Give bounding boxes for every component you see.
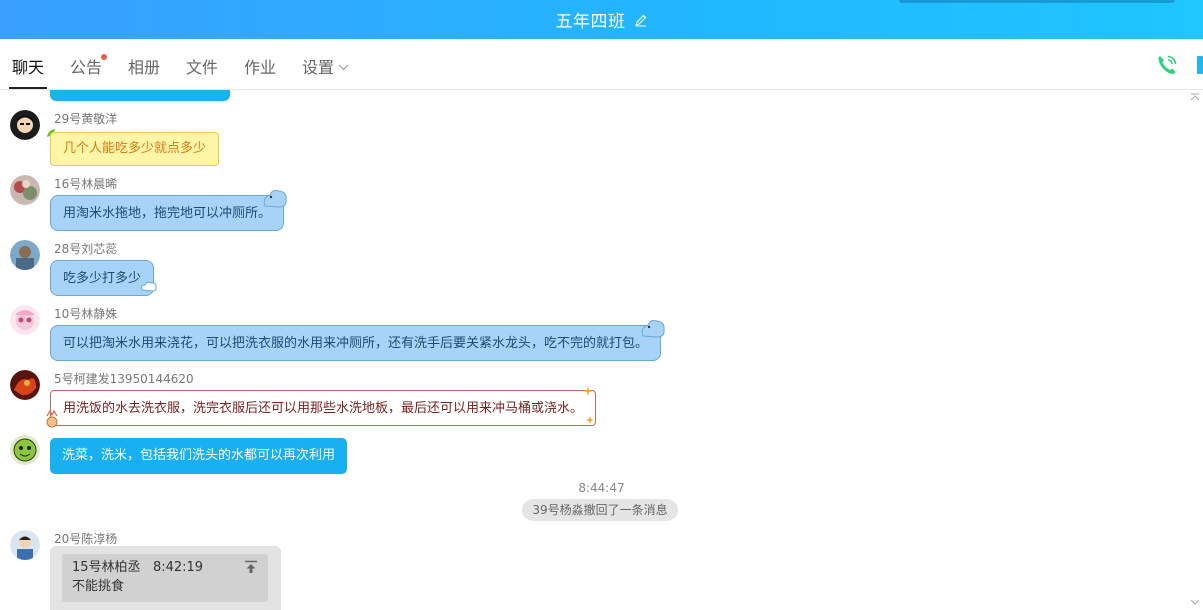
title-bar-shadow <box>899 0 1175 3</box>
avatar[interactable] <box>10 110 40 140</box>
sender-name: 29号黄敬洋 <box>54 112 118 126</box>
avatar[interactable] <box>10 435 40 465</box>
cloud-decoration-icon <box>263 190 287 208</box>
recall-notice: 39号杨淼撤回了一条消息 <box>522 499 678 521</box>
quote-text: 不能挑食 <box>72 579 125 594</box>
previous-message-bubble <box>50 90 230 101</box>
message-bubble[interactable]: 洗菜，洗米，包括我们洗头的水都可以再次利用 <box>50 438 348 474</box>
tab-label: 设置 <box>302 58 335 77</box>
quoted-message[interactable]: 15号林柏丞 8:42:19 不能挑食 <box>62 554 268 602</box>
tab-bar: 聊天 公告 相册 文件 作业 设置 <box>0 39 1203 90</box>
quote-author: 15号林柏丞 <box>72 560 141 575</box>
avatar[interactable] <box>10 175 40 205</box>
chevron-down-icon <box>338 60 349 71</box>
sender-name: 20号陈淳杨 <box>54 532 118 546</box>
quote-time: 8:42:19 <box>152 560 204 575</box>
tab-album[interactable]: 相册 <box>128 39 160 89</box>
scroll-down-icon[interactable] <box>1189 598 1201 608</box>
timestamp-divider: 8:44:47 <box>578 481 625 495</box>
message-bubble[interactable]: 几个人能吃多少就点多少 <box>50 132 220 166</box>
avatar[interactable] <box>10 530 40 560</box>
scroll-up-icon[interactable] <box>1189 92 1201 102</box>
tab-homework[interactable]: 作业 <box>244 39 276 89</box>
tab-label: 文件 <box>186 58 219 77</box>
tab-label: 聊天 <box>12 58 45 77</box>
tab-files[interactable]: 文件 <box>186 39 218 89</box>
title-bar: 五年四班 <box>0 0 1203 39</box>
message-bubble[interactable]: 吃多少打多少 <box>50 260 155 296</box>
sender-name: 5号柯建发13950144620 <box>54 372 194 386</box>
message-bubble[interactable]: 用淘米水拖地，拖完地可以冲厕所。 <box>50 195 285 231</box>
cloud-decoration-icon <box>140 281 157 292</box>
sender-name: 16号林晨晞 <box>54 177 118 191</box>
cloud-decoration-icon <box>641 320 665 338</box>
unread-badge <box>101 54 108 60</box>
pencil-edit-icon[interactable] <box>634 13 648 27</box>
tab-chat[interactable]: 聊天 <box>8 39 48 89</box>
sender-name: 28号刘芯蕊 <box>54 242 118 256</box>
message-bubble[interactable]: 15号林柏丞 8:42:19 不能挑食 <box>50 546 281 610</box>
tab-settings[interactable]: 设置 <box>302 39 349 89</box>
quote-header: 15号林柏丞 8:42:19 <box>72 558 258 577</box>
sticker-decoration-icon <box>46 410 58 428</box>
chat-messages[interactable]: 29号黄敬洋 几个人能吃多少就点多少 16号林晨晞 用淘米水拖地，拖完地可以冲厕… <box>0 90 1203 610</box>
message-bubble[interactable]: 用洗饭的水去洗衣服，洗完衣服后还可以用那些水洗地板，最后还可以用来冲马桶或浇水。 <box>50 390 597 426</box>
tab-label: 公告 <box>70 58 103 77</box>
avatar[interactable] <box>10 305 40 335</box>
window-title: 五年四班 <box>555 12 626 32</box>
tab-label: 作业 <box>244 58 277 77</box>
avatar[interactable] <box>10 370 40 400</box>
sparkle-decoration-icon <box>583 386 594 424</box>
tab-label: 相册 <box>128 58 161 77</box>
avatar[interactable] <box>10 240 40 270</box>
message-bubble[interactable]: 可以把淘米水用来浇花，可以把洗衣服的水用来冲厕所，还有洗手后要关紧水龙头，吃不完… <box>50 325 662 361</box>
side-panel-edge[interactable] <box>1197 56 1203 74</box>
jump-to-top-icon[interactable] <box>244 560 258 574</box>
sender-name: 10号林静姝 <box>54 307 118 321</box>
tab-announcement[interactable]: 公告 <box>70 39 108 89</box>
phone-icon[interactable] <box>1155 53 1179 77</box>
